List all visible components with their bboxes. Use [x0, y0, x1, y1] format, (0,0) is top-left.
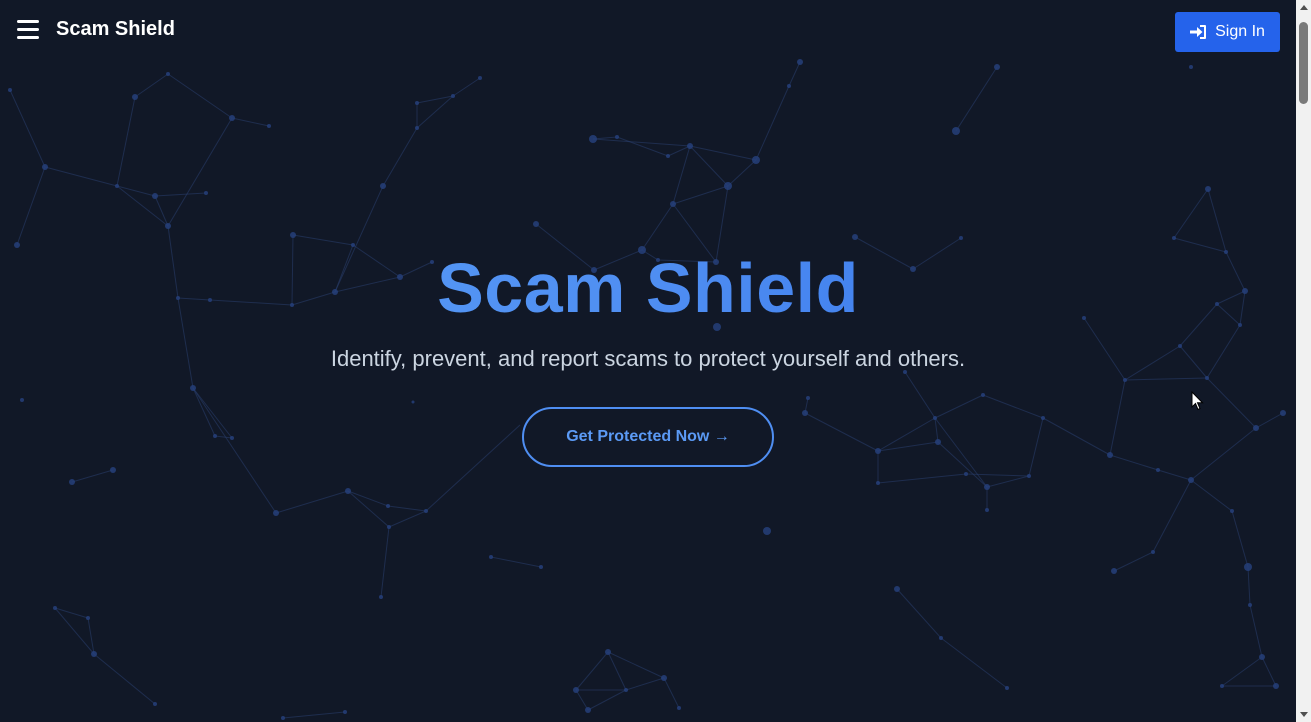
scroll-up-arrow-icon[interactable] [1296, 0, 1311, 15]
get-protected-label: Get Protected Now → [566, 428, 730, 445]
vertical-scrollbar[interactable] [1296, 0, 1311, 722]
get-protected-button[interactable]: Get Protected Now → [522, 407, 774, 467]
sign-in-label: Sign In [1215, 23, 1265, 40]
scroll-down-arrow-icon[interactable] [1296, 707, 1311, 722]
hero-subtitle: Identify, prevent, and report scams to p… [330, 346, 966, 371]
mouse-cursor-icon [1191, 391, 1204, 411]
scrollbar-thumb[interactable] [1299, 22, 1308, 104]
hamburger-menu-icon[interactable] [17, 20, 39, 40]
sign-in-button[interactable]: Sign In [1175, 12, 1280, 52]
landing-page: Scam Shield Sign In Scam Shield Identify… [0, 0, 1311, 722]
brand-title[interactable]: Scam Shield [56, 18, 175, 41]
network-nodes [8, 59, 1286, 720]
sign-in-icon [1190, 25, 1207, 39]
network-lines [9, 61, 1284, 719]
navbar: Scam Shield Sign In [0, 0, 1296, 60]
hero-title: Scam Shield [0, 248, 1296, 328]
